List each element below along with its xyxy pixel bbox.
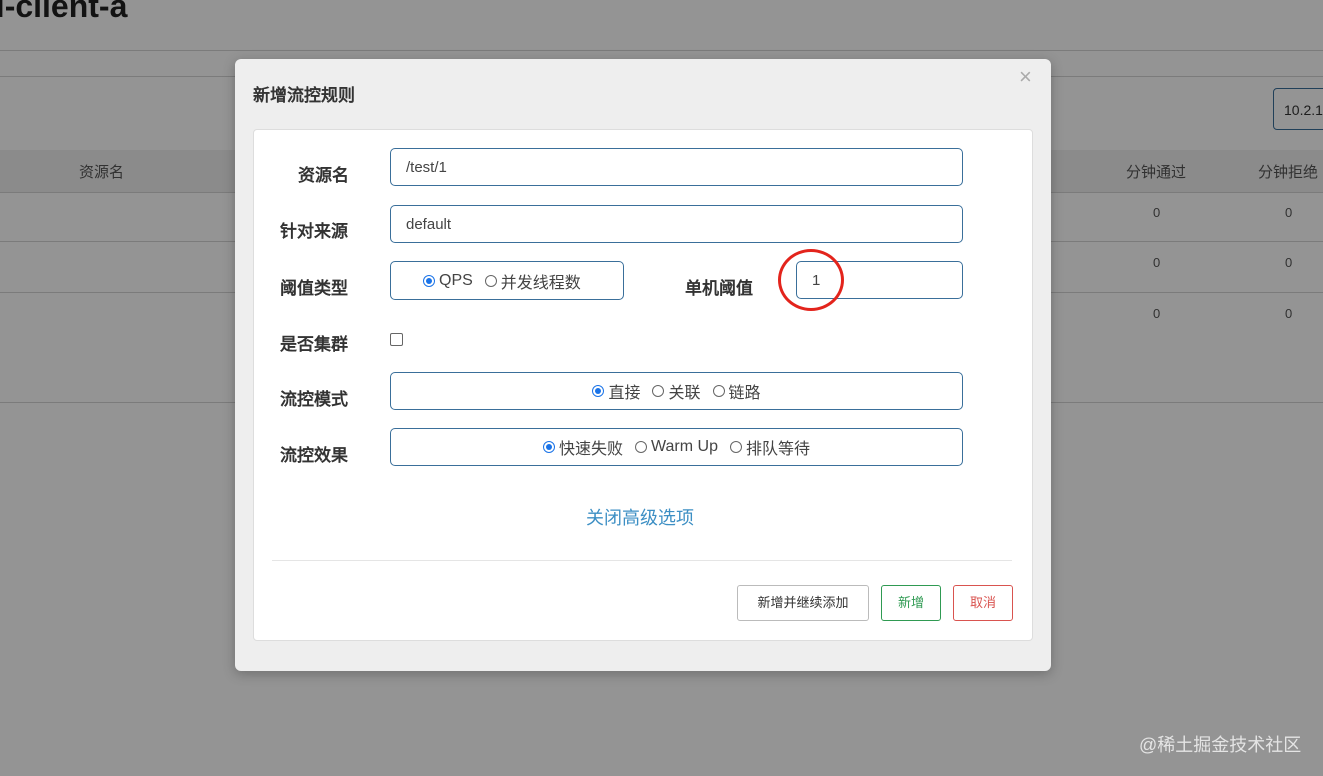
radio-icon [635,441,648,453]
single-threshold-label: 单机阈值 [685,279,753,298]
footer-divider [272,560,1012,561]
threshold-type-label: 阈值类型 [280,279,348,298]
single-threshold-input[interactable] [796,261,963,299]
qps-label: QPS [439,271,473,289]
flow-effect-warm-up-option[interactable]: Warm Up [635,438,718,456]
flow-mode-group: 直接 关联 链路 [390,372,963,410]
radio-icon [712,385,725,397]
flow-effect-queue-option[interactable]: 排队等待 [729,435,810,459]
chain-label: 链路 [728,385,761,402]
add-and-continue-button[interactable]: 新增并继续添加 [737,585,869,621]
warm-up-label: Warm Up [651,438,718,455]
dialog-title: 新增流控规则 [253,86,355,105]
fast-fail-label: 快速失败 [559,441,624,458]
add-button[interactable]: 新增 [881,585,941,621]
source-input[interactable] [390,205,963,243]
threshold-type-qps-option[interactable]: QPS [423,272,473,290]
thread-count-label: 并发线程数 [500,274,581,292]
flow-mode-label: 流控模式 [280,390,348,409]
watermark: @稀土掘金技术社区 [1139,735,1302,755]
direct-label: 直接 [608,385,641,402]
radio-icon [729,441,742,453]
source-label: 针对来源 [280,222,348,241]
relate-label: 关联 [668,385,701,402]
radio-checked-icon [423,274,435,287]
flow-mode-chain-option[interactable]: 链路 [712,379,761,403]
cluster-checkbox[interactable] [390,333,403,346]
rule-form: 资源名 针对来源 阈值类型 QPS 并发线程数 单机阈值 是否集群 流控模式 [253,129,1033,641]
radio-icon [652,385,665,397]
radio-icon [484,274,497,287]
queue-label: 排队等待 [745,441,810,458]
threshold-type-group: QPS 并发线程数 [390,261,624,300]
flow-effect-fast-fail-option[interactable]: 快速失败 [543,435,623,459]
flow-mode-relate-option[interactable]: 关联 [652,379,701,403]
resource-label: 资源名 [298,166,349,185]
flow-effect-group: 快速失败 Warm Up 排队等待 [390,428,963,466]
radio-checked-icon [592,385,605,397]
advanced-options-toggle[interactable]: 关闭高级选项 [586,504,694,530]
close-icon[interactable]: × [1019,65,1032,89]
cluster-label: 是否集群 [280,335,348,354]
add-flow-rule-dialog: 新增流控规则 × 资源名 针对来源 阈值类型 QPS 并发线程数 单机阈值 是否… [235,59,1051,671]
threshold-type-thread-option[interactable]: 并发线程数 [484,269,581,293]
flow-effect-label: 流控效果 [280,446,348,465]
cancel-button[interactable]: 取消 [953,585,1013,621]
flow-mode-direct-option[interactable]: 直接 [592,379,640,403]
resource-input[interactable] [390,148,963,186]
radio-checked-icon [543,441,555,453]
